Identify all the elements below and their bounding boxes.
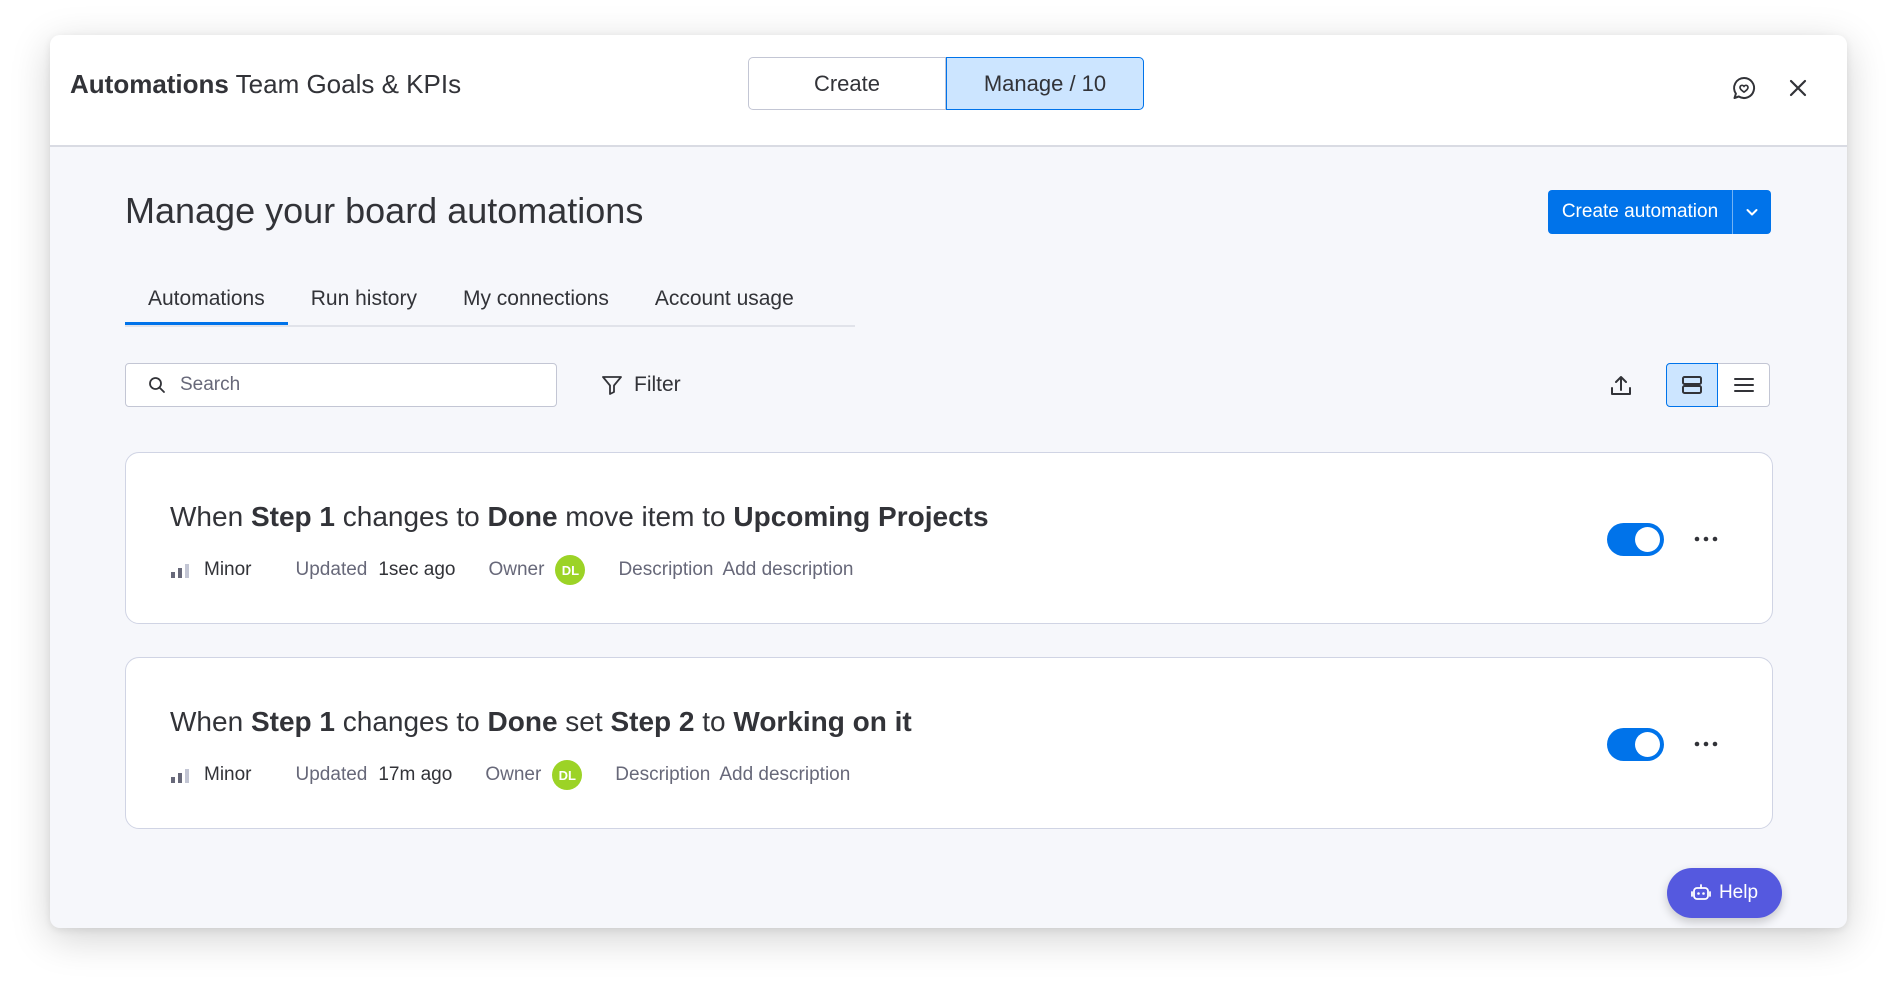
modal-header: Automations Team Goals & KPIs Create Man… [50,35,1847,147]
create-segment[interactable]: Create [748,57,946,110]
owner-label: Owner [485,764,542,785]
toggle-knob [1635,527,1660,552]
updated-label: Updated [295,764,368,785]
title-bold: Automations [70,69,229,99]
view-toggle [1666,363,1770,407]
chevron-down-icon[interactable] [1733,190,1771,234]
tab-bar: Automations Run history My connections A… [125,275,855,327]
recipe-text: changes to [334,501,488,532]
automation-card[interactable]: When Step 1 changes to Done move item to… [125,452,1773,624]
toggle-knob [1635,732,1660,757]
recipe-value: Working on it [733,706,912,737]
priority-value: Minor [204,559,252,580]
updated-label: Updated [295,559,368,580]
priority-value: Minor [204,764,252,785]
description-label: Description [618,559,714,580]
help-button[interactable]: Help [1667,868,1782,918]
page-title: Manage your board automations [125,190,644,231]
search-input[interactable] [178,373,542,397]
board-name: Team Goals & KPIs [235,69,462,99]
automation-recipe: When Step 1 changes to Done move item to… [170,501,989,533]
updated-value: 1sec ago [378,559,456,580]
updated-value: 17m ago [378,764,453,785]
recipe-column: Step 2 [610,706,695,737]
automation-card[interactable]: When Step 1 changes to Done set Step 2 t… [125,657,1773,829]
recipe-column: Step 1 [250,706,335,737]
card-view-icon[interactable] [1666,363,1718,407]
automation-recipe: When Step 1 changes to Done set Step 2 t… [170,706,912,738]
recipe-text: When [170,706,251,737]
add-description-link[interactable]: Add description [723,559,854,581]
export-icon[interactable] [1605,370,1637,402]
recipe-text: changes to [334,706,488,737]
tab-automations[interactable]: Automations [125,275,288,325]
recipe-group: Upcoming Projects [733,501,989,532]
owner-avatar[interactable]: DL [552,760,583,790]
mode-segmented-control: Create Manage / 10 [748,57,1144,110]
priority-icon [170,767,190,783]
automations-modal: Automations Team Goals & KPIs Create Man… [50,35,1847,928]
create-automation-button[interactable]: Create automation [1548,190,1771,234]
more-options-icon[interactable] [1686,724,1726,764]
search-box [125,363,557,407]
tab-run-history[interactable]: Run history [288,275,440,323]
more-options-icon[interactable] [1686,519,1726,559]
create-automation-label[interactable]: Create automation [1548,190,1733,234]
search-icon [148,376,166,394]
automation-meta: Minor Updated 17m ago Owner DL Descripti… [170,760,850,790]
recipe-text: to [694,706,734,737]
robot-icon [1691,884,1711,902]
tab-my-connections[interactable]: My connections [440,275,632,323]
close-icon[interactable] [1783,73,1813,103]
modal-title: Automations Team Goals & KPIs [70,69,461,100]
description-label: Description [615,764,711,785]
tab-account-usage[interactable]: Account usage [632,275,817,323]
filter-button[interactable]: Filter [600,363,681,407]
recipe-column: Step 1 [250,501,335,532]
priority-icon [170,562,190,578]
manage-segment[interactable]: Manage / 10 [946,57,1144,110]
automation-toggle[interactable] [1607,523,1664,556]
add-description-link[interactable]: Add description [719,764,850,786]
recipe-text: set [557,706,611,737]
recipe-text: When [170,501,251,532]
list-view-icon[interactable] [1718,363,1770,407]
automation-meta: Minor Updated 1sec ago Owner DL Descript… [170,555,853,585]
filter-label: Filter [634,373,681,396]
filter-icon [600,373,624,397]
automation-toggle[interactable] [1607,728,1664,761]
recipe-value: Done [487,706,558,737]
owner-avatar[interactable]: DL [555,555,586,585]
owner-label: Owner [488,559,545,580]
recipe-text: move item to [557,501,734,532]
recipe-value: Done [487,501,558,532]
feedback-icon[interactable] [1729,73,1759,103]
help-label: Help [1718,882,1759,903]
